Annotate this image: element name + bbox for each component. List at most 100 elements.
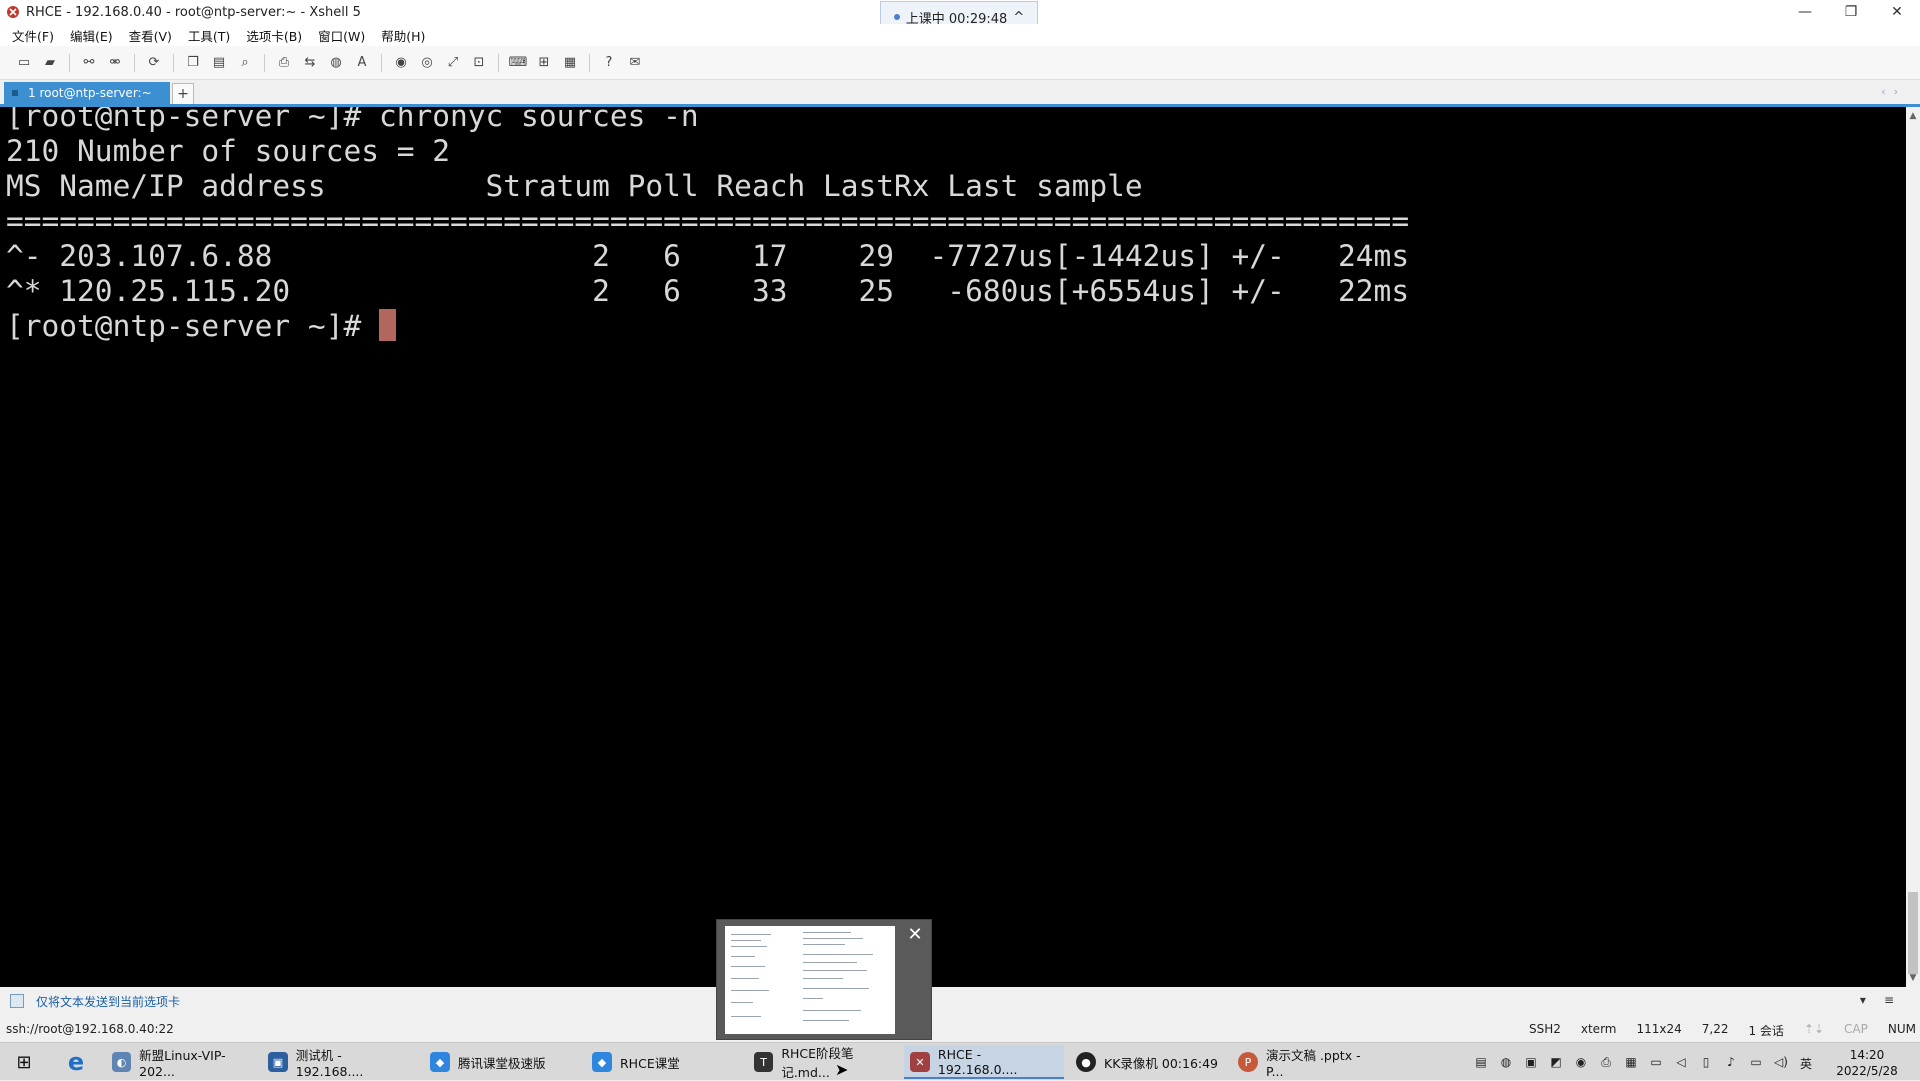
wechat-icon[interactable]: ◍ [1498,1055,1514,1072]
globe-icon[interactable]: ◍ [326,53,346,73]
compose-send-bar[interactable]: 仅将文本发送到当前选项卡 [0,988,1920,1014]
terminal-scrollbar[interactable]: ▲ ▼ [1906,107,1920,987]
bluetooth-icon[interactable]: ◉ [1573,1055,1589,1072]
open-folder-icon[interactable]: ▰ [40,53,60,73]
screen-icon[interactable]: ▣ [1523,1055,1539,1072]
menu-view[interactable]: 查看(V) [129,26,172,45]
taskbar-item-rhce-classroom[interactable]: ◆ RHCE课堂 [586,1045,736,1079]
upload-download-icon: ⇡⇣ [1803,1022,1825,1036]
fullscreen-icon[interactable]: ⤢ [443,53,463,73]
taskbar-item-label: 新盟Linux-VIP-202... [139,1048,226,1079]
window-controls: — ❐ ✕ [1782,0,1920,24]
terminal-prompt: [root@ntp-server ~]# [6,309,379,343]
document-thumbnail [725,926,895,1034]
lock-icon[interactable]: ⊡ [469,53,489,73]
send-bar-options[interactable]: ▾≡ [1860,993,1912,1007]
input-language-indicator[interactable]: 英 [1798,1055,1814,1072]
new-session-icon[interactable]: ▭ [14,53,34,73]
taskbar-item-presentation[interactable]: P 演示文稿 .pptx - P... [1232,1045,1382,1079]
toolbar-divider [498,53,499,72]
xshell-icon: ✕ [910,1052,930,1072]
find-icon[interactable]: ⌕ [235,53,255,73]
taskbar-item-label: 腾讯课堂极速版 [458,1055,546,1071]
xmanager-icon[interactable]: ◎ [417,53,437,73]
message-icon[interactable]: ▤ [1473,1055,1489,1072]
chat-icon[interactable]: ✉ [625,53,645,73]
scroll-thumb[interactable] [1908,892,1918,974]
vm-icon: ▣ [268,1052,288,1072]
layout-icon[interactable]: ▦ [560,53,580,73]
disconnect-icon[interactable]: ⚮ [105,53,125,73]
scroll-down-icon[interactable]: ▼ [1906,971,1920,985]
close-button[interactable]: ✕ [1874,0,1920,24]
recorder-icon: ● [1076,1052,1096,1072]
terminal-output[interactable]: [root@ntp-server ~]# chronyc sources -n … [0,107,1906,987]
taskbar-item-rhce-notes[interactable]: T RHCE阶段笔记.md... [748,1045,898,1080]
menu-edit[interactable]: 编辑(E) [70,26,113,45]
connection-address: ssh://root@192.168.0.40:22 [6,1022,174,1036]
protocol-label: SSH2 [1528,1022,1561,1036]
update-icon[interactable]: ▦ [1623,1055,1639,1072]
edge-browser-icon[interactable]: e [62,1048,90,1076]
app-icon: ◐ [112,1052,132,1072]
system-tray: ▤ ◍ ▣ ◩ ◉ ⎙ ▦ ▭ ◁ ▯ ♪ ▭ ◁) 英 [1473,1055,1814,1072]
reconnect-icon[interactable]: ⟳ [144,53,164,73]
print-icon[interactable]: ⎙ [274,53,294,73]
taskbar-item-label: RHCE - 192.168.0.... [937,1047,1018,1077]
tab-status-icon [12,90,18,96]
usb-icon[interactable]: ▯ [1698,1055,1714,1072]
menu-window[interactable]: 窗口(W) [318,26,365,45]
menu-tabs[interactable]: 选项卡(B) [246,26,302,45]
num-lock-indicator: NUM [1887,1022,1916,1036]
taskbar-item-test-vm[interactable]: ▣ 测试机 - 192.168.... [262,1045,412,1079]
terminal-line: MS Name/IP address Stratum Poll Reach La… [6,169,1143,203]
transfer-icon[interactable]: ⇆ [300,53,320,73]
printer-icon[interactable]: ⎙ [1598,1055,1614,1072]
font-icon[interactable]: A [352,53,372,73]
taskbar-item-linux-vip[interactable]: ◐ 新盟Linux-VIP-202... [106,1045,256,1079]
menu-tools[interactable]: 工具(T) [188,26,230,45]
restore-button[interactable]: ❐ [1828,0,1874,24]
menu-bar: 文件(F) 编辑(E) 查看(V) 工具(T) 选项卡(B) 窗口(W) 帮助(… [0,24,1920,46]
taskbar-item-kk-recorder[interactable]: ● KK录像机 00:16:49 [1070,1045,1230,1079]
display-icon[interactable]: ▭ [1648,1055,1664,1072]
xftp-icon[interactable]: ◉ [391,53,411,73]
menu-file[interactable]: 文件(F) [12,26,54,45]
scroll-up-icon[interactable]: ▲ [1906,109,1920,123]
terminal-line: [root@ntp-server ~]# chronyc sources -n [6,107,699,133]
chevron-up-icon[interactable]: ^ [1013,10,1024,25]
add-pane-icon[interactable]: ⊞ [534,53,554,73]
taskbar-item-label: 演示文稿 .pptx - P... [1265,1048,1361,1079]
copy-icon[interactable]: ❐ [183,53,203,73]
keyboard-icon[interactable]: ⌨ [508,53,528,73]
classroom-icon: ◆ [592,1052,612,1072]
connect-icon[interactable]: ⚯ [79,53,99,73]
mouse-pointer-icon: ➤ [835,1060,849,1079]
taskbar-clock[interactable]: 14:20 2022/5/28 [1822,1047,1912,1079]
tray-app-icon[interactable]: ◩ [1548,1055,1564,1072]
windows-start-icon[interactable]: ⊞ [10,1051,38,1073]
paste-icon[interactable]: ▤ [209,53,229,73]
window-title: RHCE - 192.168.0.40 - root@ntp-server:~ … [26,4,361,20]
toolbar-divider [134,53,135,72]
status-bar: ssh://root@192.168.0.40:22 SSH2 xterm 11… [0,1014,1920,1042]
tab-scroll-arrows-icon[interactable]: ‹› [1881,85,1906,98]
help-icon[interactable]: ? [599,53,619,73]
close-icon[interactable]: ✕ [903,922,927,946]
microphone-icon[interactable]: ♪ [1723,1055,1739,1072]
terminal-type-label: xterm [1580,1022,1617,1036]
new-tab-button[interactable]: + [172,83,194,105]
clock-date: 2022/5/28 [1836,1064,1898,1078]
cursor-position-label: 7,22 [1701,1022,1729,1036]
taskbar-item-rhce-xshell[interactable]: ✕ RHCE - 192.168.0.... [904,1045,1064,1079]
network-icon[interactable]: ▭ [1748,1055,1764,1072]
taskbar-item-tencent-classroom[interactable]: ◆ 腾讯课堂极速版 [424,1045,574,1079]
minimize-button[interactable]: — [1782,0,1828,24]
xshell-app-icon [7,6,19,18]
tab-root-ntp-server[interactable]: 1 root@ntp-server:~ [4,82,170,104]
terminal-line: ^* 120.25.115.20 2 6 33 25 -680us[+6554u… [6,274,1410,308]
volume-icon[interactable]: ◁) [1773,1055,1789,1072]
sound-muted-icon[interactable]: ◁ [1673,1055,1689,1072]
menu-help[interactable]: 帮助(H) [381,26,425,45]
taskbar-preview-popup[interactable]: ✕ [716,919,932,1040]
